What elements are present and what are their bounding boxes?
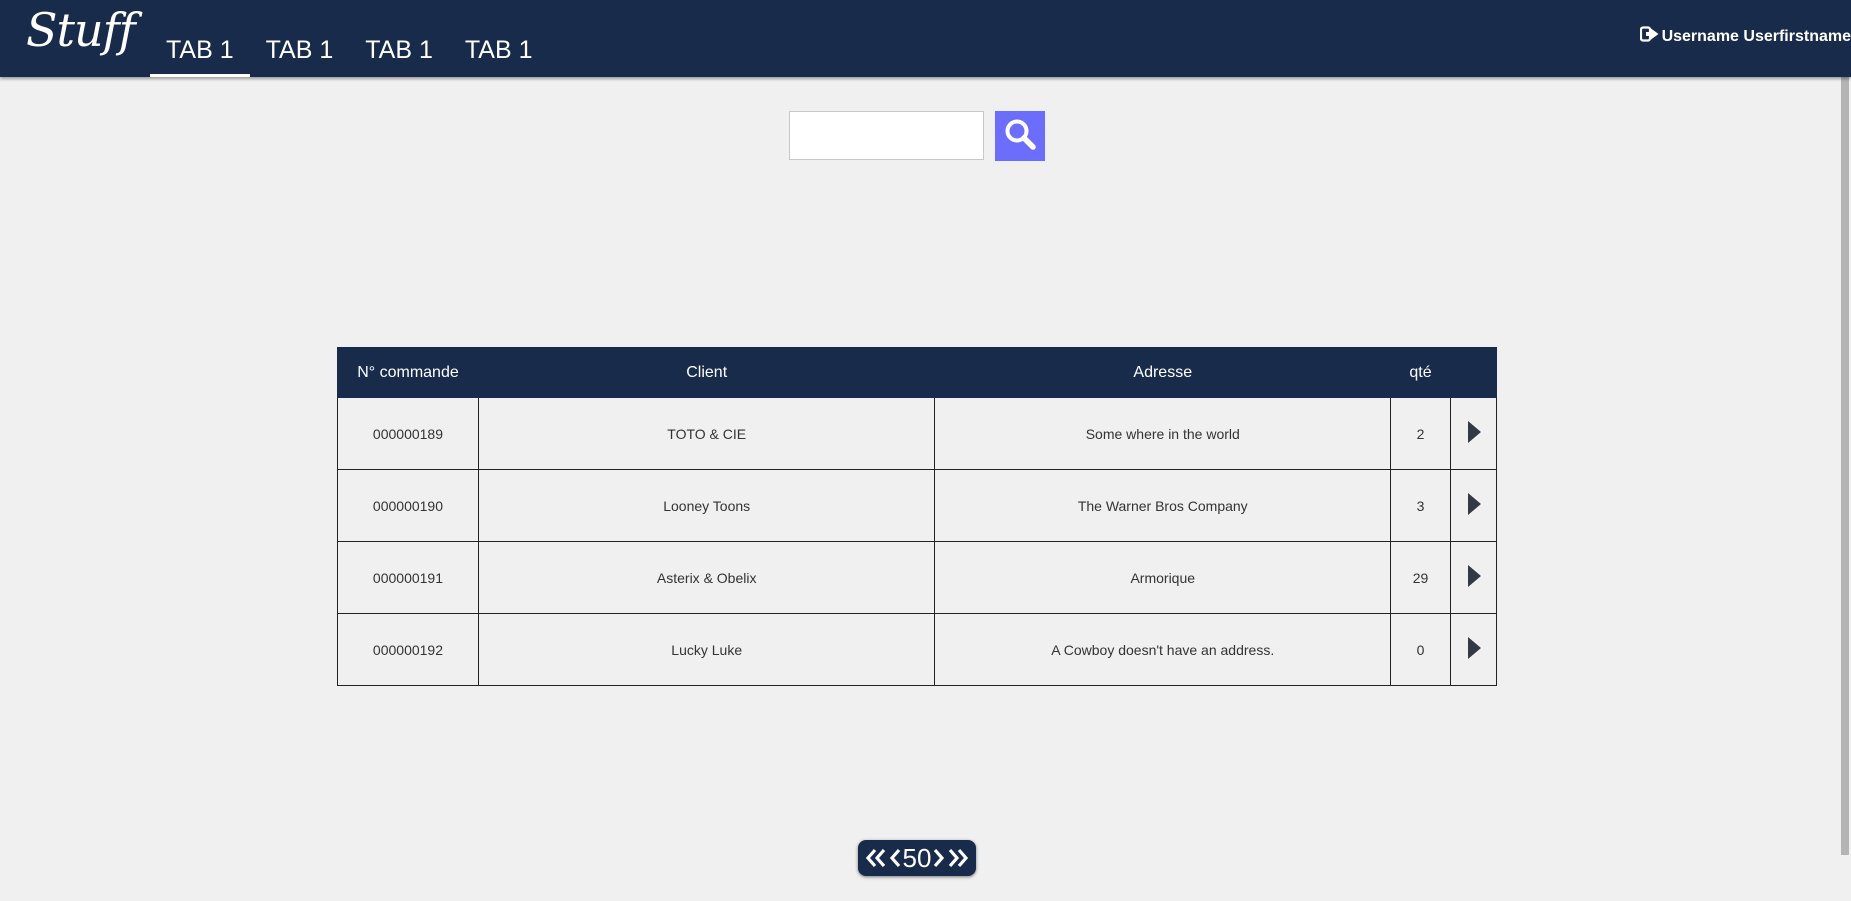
app-logo[interactable]: Stuff [26,0,136,60]
page-size[interactable]: 50 [903,840,932,876]
table-row: 000000192 Lucky Luke A Cowboy doesn't ha… [337,613,1497,686]
horizontal-scrollbar[interactable] [0,887,1851,901]
quantity-cell: 3 [1390,469,1451,542]
caret-right-icon[interactable] [1466,492,1482,516]
column-header-order-number: N° commande [337,347,479,398]
nav-tabs: TAB 1 TAB 1 TAB 1 TAB 1 [150,0,549,77]
search-button[interactable] [995,111,1045,161]
client-cell: Asterix & Obelix [477,541,936,614]
chevron-right-icon[interactable] [932,847,946,869]
pagination: 50 [858,840,976,876]
row-open-button[interactable] [1450,613,1497,686]
chevron-left-icon[interactable] [888,847,902,869]
orders-table: N° commande Client Adresse qté 000000189… [337,347,1497,686]
row-open-button[interactable] [1450,397,1497,470]
caret-right-icon[interactable] [1466,636,1482,660]
client-cell: Lucky Luke [477,613,936,686]
search-icon [1002,117,1038,156]
caret-right-icon[interactable] [1466,420,1482,444]
search-input[interactable] [789,111,984,160]
sign-out-icon[interactable] [1639,26,1662,47]
client-cell: TOTO & CIE [477,397,936,470]
vertical-scrollbar-thumb[interactable] [1841,77,1849,855]
column-header-action [1450,347,1497,398]
quantity-cell: 2 [1390,397,1451,470]
column-header-address: Adresse [934,347,1392,398]
table-row: 000000189 TOTO & CIE Some where in the w… [337,397,1497,470]
tab-4[interactable]: TAB 1 [449,0,549,77]
table-row: 000000191 Asterix & Obelix Armorique 29 [337,541,1497,614]
caret-right-icon[interactable] [1466,564,1482,588]
table-row: 000000190 Looney Toons The Warner Bros C… [337,469,1497,542]
column-header-client: Client [477,347,936,398]
order-number-cell: 000000191 [337,541,479,614]
tab-3[interactable]: TAB 1 [349,0,449,77]
address-cell: A Cowboy doesn't have an address. [934,613,1392,686]
order-number-cell: 000000192 [337,613,479,686]
row-open-button[interactable] [1450,541,1497,614]
client-cell: Looney Toons [477,469,936,542]
tab-1[interactable]: TAB 1 [150,0,250,77]
user-logout[interactable]: Username Userfirstname [1639,26,1851,47]
user-name[interactable]: Username Userfirstname [1662,28,1851,46]
top-navbar: Stuff TAB 1 TAB 1 TAB 1 TAB 1 Username U… [0,0,1851,77]
address-cell: The Warner Bros Company [934,469,1392,542]
quantity-cell: 29 [1390,541,1451,614]
address-cell: Some where in the world [934,397,1392,470]
order-number-cell: 000000189 [337,397,479,470]
row-open-button[interactable] [1450,469,1497,542]
table-header-row: N° commande Client Adresse qté [337,347,1497,398]
double-chevron-right-icon[interactable] [946,847,970,869]
order-number-cell: 000000190 [337,469,479,542]
column-header-quantity: qté [1390,347,1451,398]
quantity-cell: 0 [1390,613,1451,686]
tab-2[interactable]: TAB 1 [250,0,350,77]
address-cell: Armorique [934,541,1392,614]
double-chevron-left-icon[interactable] [864,847,888,869]
